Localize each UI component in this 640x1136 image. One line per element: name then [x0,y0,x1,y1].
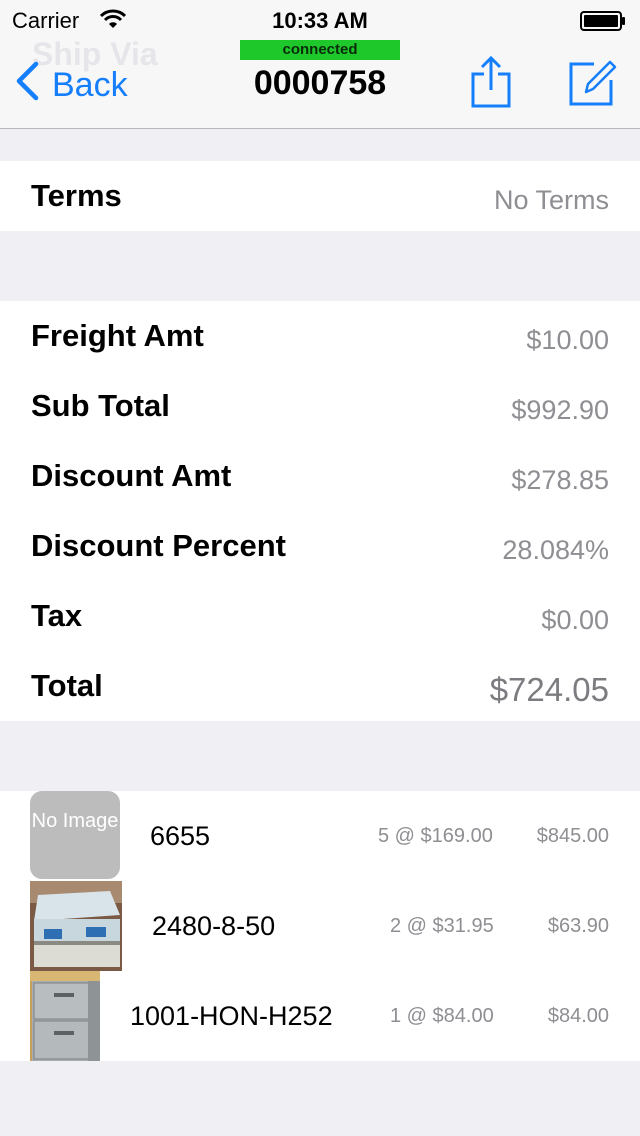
discount-amt-value: $278.85 [511,465,609,495]
item-qty-price: 2 @ $31.95 [390,915,494,937]
total-row: Total $724.05 [0,651,640,721]
sub-total-row: Sub Total $992.90 [0,371,640,441]
sub-total-label: Sub Total [31,388,170,423]
freight-amt-value: $10.00 [526,325,609,355]
total-value: $724.05 [489,671,609,708]
share-button[interactable] [470,55,512,113]
item-sku: 6655 [150,821,211,851]
file-cabinet-photo [30,971,100,1066]
item-extended-price: $845.00 [536,825,609,847]
navigation-bar: Carrier 10:33 AM Ship Via connected 0000… [0,0,640,129]
freight-amt-label: Freight Amt [31,318,204,353]
terms-row[interactable]: Terms No Terms [0,161,640,231]
discount-percent-value: 28.084% [502,535,609,565]
status-time: 10:33 AM [272,8,368,33]
display-case-photo [30,881,122,976]
back-button[interactable]: Back [14,61,128,110]
battery-icon [580,11,625,31]
line-item[interactable]: No Image 6655 5 @ $169.00 $845.00 [0,791,640,881]
total-label: Total [31,668,103,703]
discount-amt-row: Discount Amt $278.85 [0,441,640,511]
connection-status-badge: connected [240,40,400,60]
totals-section: Freight Amt $10.00 Sub Total $992.90 Dis… [0,301,640,721]
compose-button[interactable] [568,58,618,113]
sub-total-value: $992.90 [511,395,609,425]
item-qty-price: 5 @ $169.00 [378,825,493,847]
item-extended-price: $84.00 [547,1005,609,1027]
discount-percent-row: Discount Percent 28.084% [0,511,640,581]
line-item[interactable]: 2480-8-50 2 @ $31.95 $63.90 [0,881,640,971]
item-extended-price: $63.90 [547,915,609,937]
line-item[interactable]: 1001-HON-H252 1 @ $84.00 $84.00 [0,971,640,1061]
tax-value: $0.00 [541,605,609,635]
line-items-section: No Image 6655 5 @ $169.00 $845.00 2480-8… [0,791,640,1061]
tax-row: Tax $0.00 [0,581,640,651]
terms-section: Terms No Terms [0,161,640,231]
tax-label: Tax [31,598,83,633]
chevron-left-icon [14,61,52,110]
item-sku: 2480-8-50 [152,911,276,941]
item-sku: 1001-HON-H252 [130,1001,333,1031]
discount-percent-label: Discount Percent [31,528,286,563]
item-qty-price: 1 @ $84.00 [390,1005,494,1027]
discount-amt-label: Discount Amt [31,458,232,493]
freight-amt-row: Freight Amt $10.00 [0,301,640,371]
compose-icon [568,60,618,112]
terms-value: No Terms [493,185,609,215]
back-label: Back [52,65,128,104]
share-icon [470,55,512,112]
no-image-placeholder: No Image [30,791,120,879]
terms-label: Terms [31,178,122,213]
